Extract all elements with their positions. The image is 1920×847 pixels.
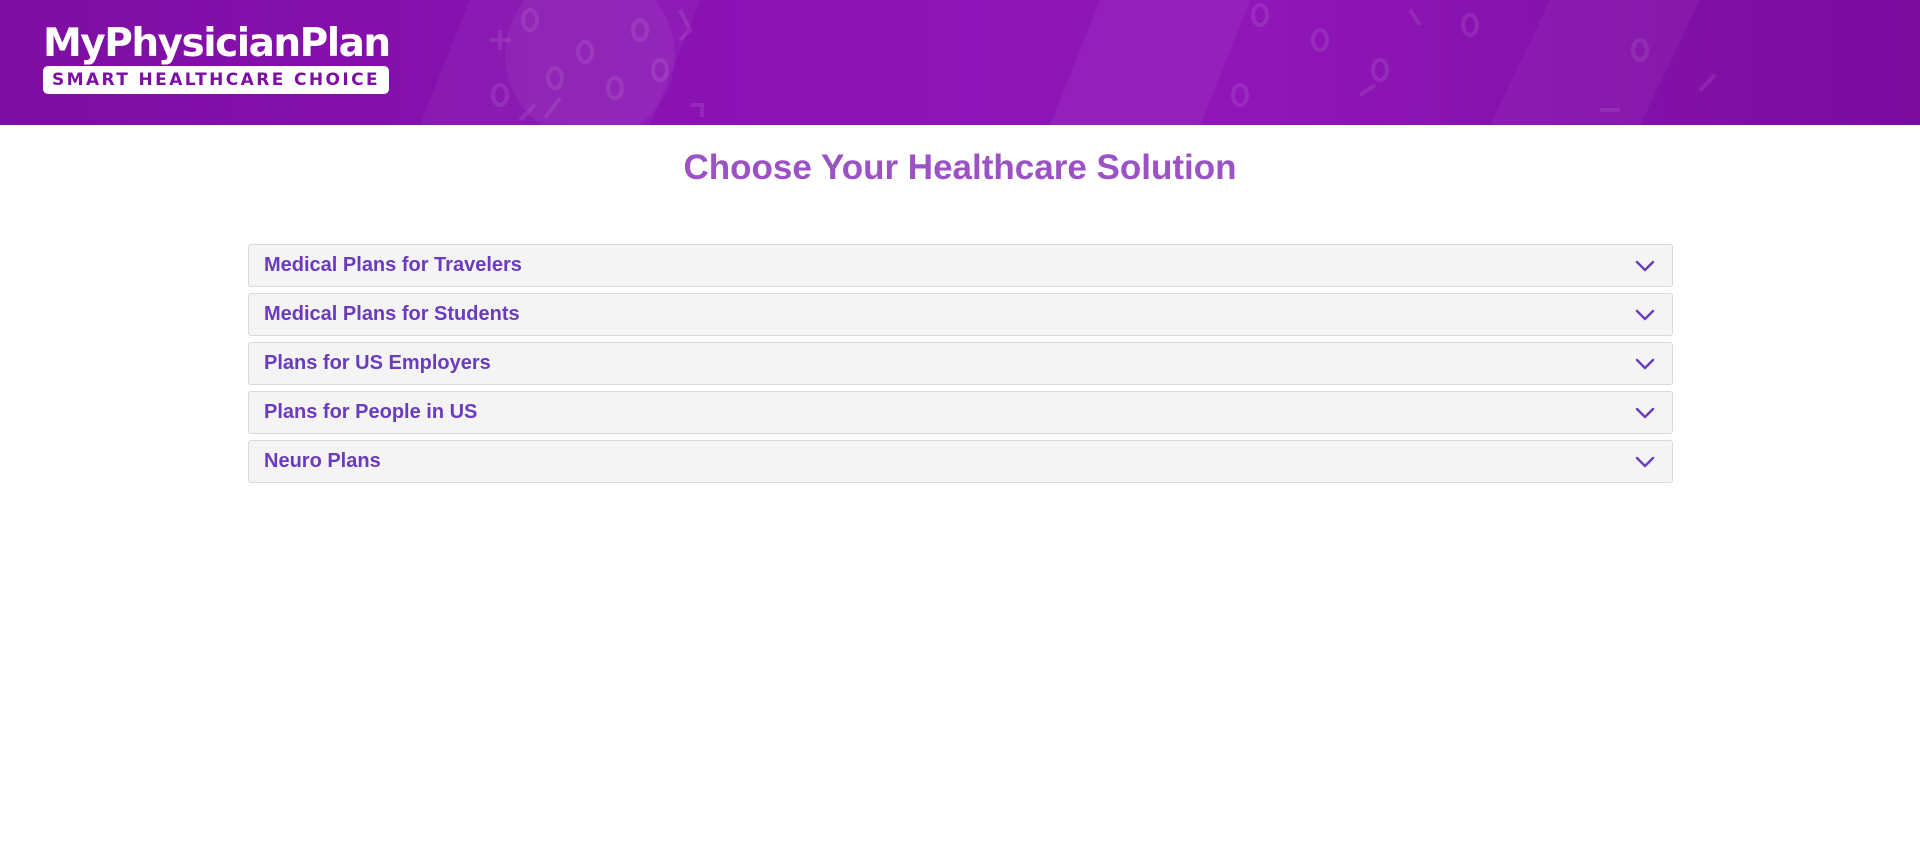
accordion-item-students[interactable]: Medical Plans for Students bbox=[248, 293, 1673, 336]
chevron-down-icon[interactable] bbox=[1634, 353, 1656, 375]
chevron-down-icon[interactable] bbox=[1634, 402, 1656, 424]
accordion-item-people-in-us[interactable]: Plans for People in US bbox=[248, 391, 1673, 434]
accordion-item-travelers[interactable]: Medical Plans for Travelers bbox=[248, 244, 1673, 287]
accordion-item-us-employers[interactable]: Plans for US Employers bbox=[248, 342, 1673, 385]
accordion-item-label: Neuro Plans bbox=[264, 450, 381, 472]
page-title: Choose Your Healthcare Solution bbox=[683, 148, 1237, 187]
accordion-item-label: Plans for US Employers bbox=[264, 352, 491, 374]
site-header: MyPhysicianPlan SMART HEALTHCARE CHOICE bbox=[0, 0, 1920, 125]
accordion-item-label: Medical Plans for Travelers bbox=[264, 254, 522, 276]
logo-tagline: SMART HEALTHCARE CHOICE bbox=[43, 66, 390, 94]
chevron-down-icon[interactable] bbox=[1634, 304, 1656, 326]
accordion-item-neuro[interactable]: Neuro Plans bbox=[248, 440, 1673, 483]
chevron-down-icon[interactable] bbox=[1634, 255, 1656, 277]
accordion-item-label: Medical Plans for Students bbox=[264, 303, 520, 325]
site-logo[interactable]: MyPhysicianPlan SMART HEALTHCARE CHOICE bbox=[43, 21, 391, 94]
plans-accordion: Medical Plans for Travelers Medical Plan… bbox=[248, 244, 1673, 489]
chevron-down-icon[interactable] bbox=[1634, 451, 1656, 473]
logo-title: MyPhysicianPlan bbox=[43, 21, 391, 66]
accordion-item-label: Plans for People in US bbox=[264, 401, 478, 423]
